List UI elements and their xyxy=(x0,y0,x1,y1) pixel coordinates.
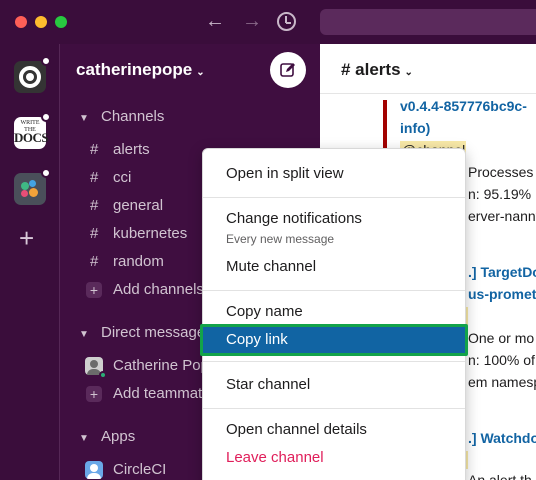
menu-divider xyxy=(203,197,465,198)
hash-icon: # xyxy=(90,225,99,242)
plus-icon: + xyxy=(86,386,102,402)
workspace-name[interactable]: catherinepope ⌄ xyxy=(76,60,205,80)
channel-header: # alerts ⌄ xyxy=(320,44,536,94)
chevron-down-icon: ⌄ xyxy=(404,67,413,78)
dm-section-header[interactable]: ▼ Direct messages xyxy=(79,324,213,341)
history-icon[interactable] xyxy=(277,12,296,31)
menu-divider xyxy=(203,408,465,409)
channels-header-label: Channels xyxy=(101,108,165,125)
unread-badge xyxy=(41,56,51,66)
dm-header-label: Direct messages xyxy=(101,324,213,341)
menu-item-star-channel[interactable]: Star channel xyxy=(203,371,465,399)
menu-item-leave-channel[interactable]: Leave channel xyxy=(203,444,465,472)
menu-item-open-channel-details[interactable]: Open channel details xyxy=(203,416,465,444)
title-bar: ← → xyxy=(0,0,536,44)
message-link[interactable]: v0.4.4-857776bc9c- xyxy=(400,97,527,115)
caret-down-icon: ▼ xyxy=(79,113,89,124)
unread-badge xyxy=(41,168,51,178)
sidebar-item-label: CircleCI xyxy=(113,461,167,478)
presence-indicator xyxy=(99,371,107,379)
message-link[interactable]: us-prometh xyxy=(468,285,536,303)
compose-button[interactable] xyxy=(270,52,306,88)
message-link[interactable]: .] Watchdo xyxy=(468,429,536,447)
close-window-button[interactable] xyxy=(15,16,27,28)
message-text: n: 95.19% xyxy=(468,186,532,202)
message-text: Processes xyxy=(468,164,534,180)
message-text: An alert th xyxy=(468,472,532,480)
back-arrow-icon[interactable]: ← xyxy=(205,10,225,32)
zoom-window-button[interactable] xyxy=(55,16,67,28)
compose-icon xyxy=(280,63,295,77)
hash-icon: # xyxy=(90,169,99,186)
message-text: em namesp xyxy=(468,374,536,390)
message-text: One or mo xyxy=(468,330,535,346)
menu-item-copy-name[interactable]: Copy name xyxy=(203,298,465,326)
hash-icon: # xyxy=(90,197,99,214)
message-text: n: 100% of xyxy=(468,352,535,368)
workspace-circleci-icon[interactable] xyxy=(14,56,51,93)
message-link[interactable]: .] TargetDo xyxy=(468,263,536,281)
menu-item-open-split-view[interactable]: Open in split view xyxy=(203,160,465,188)
search-bar[interactable] xyxy=(320,9,536,35)
hash-icon: # xyxy=(90,253,99,270)
add-workspace-icon[interactable]: + xyxy=(19,225,34,251)
channel-title-label: # alerts xyxy=(341,60,401,79)
message-link[interactable]: info) xyxy=(400,119,430,137)
plus-icon: + xyxy=(86,282,102,298)
unread-badge xyxy=(41,112,51,122)
add-channels-label: Add channels xyxy=(113,281,204,298)
hash-icon: # xyxy=(90,141,99,158)
sidebar-item-label: alerts xyxy=(113,141,150,158)
logo-text-big: DOCS xyxy=(14,130,49,145)
message-text: erver-nanny xyxy=(468,208,536,224)
channel-title[interactable]: # alerts ⌄ xyxy=(341,60,413,80)
channel-context-menu: Open in split view Change notifications … xyxy=(202,148,466,480)
sidebar-item-label: kubernetes xyxy=(113,225,188,242)
workspace-third-icon[interactable] xyxy=(14,168,51,205)
apps-header-label: Apps xyxy=(101,428,136,445)
menu-divider xyxy=(203,361,465,362)
menu-item-mute-channel[interactable]: Mute channel xyxy=(203,253,465,281)
workspace-name-label: catherinepope xyxy=(76,60,193,79)
workspace-write-the-docs-icon[interactable]: WRITE THE DOCS xyxy=(14,112,51,149)
menu-item-notifications-sublabel: Every new message xyxy=(226,232,335,246)
workspace-rail: WRITE THE DOCS + xyxy=(0,44,60,480)
menu-divider xyxy=(203,290,465,291)
sidebar-item-label: cci xyxy=(113,169,132,186)
minimize-window-button[interactable] xyxy=(35,16,47,28)
apps-section-header[interactable]: ▼ Apps xyxy=(79,428,135,445)
menu-item-copy-link[interactable]: Copy link xyxy=(203,326,465,354)
forward-arrow-icon[interactable]: → xyxy=(242,10,262,32)
caret-down-icon: ▼ xyxy=(79,433,89,444)
app-avatar xyxy=(85,461,103,479)
caret-down-icon: ▼ xyxy=(79,329,89,340)
sidebar-item-label: random xyxy=(113,253,164,270)
chevron-down-icon: ⌄ xyxy=(196,67,205,78)
channels-section-header[interactable]: ▼ Channels xyxy=(79,108,164,125)
sidebar-item-label: general xyxy=(113,197,164,214)
